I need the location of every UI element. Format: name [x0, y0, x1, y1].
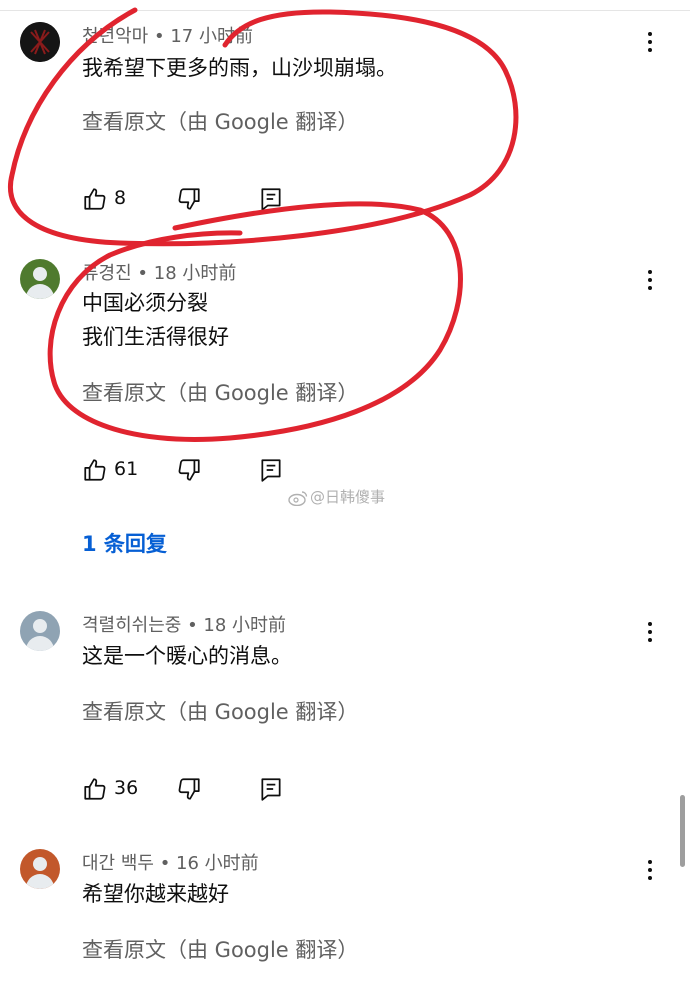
- comment-meta: 대간 백두 • 16 小时前: [82, 849, 259, 875]
- avatar[interactable]: [20, 849, 60, 889]
- avatar[interactable]: [20, 611, 60, 651]
- comment-author[interactable]: 류경진: [82, 263, 132, 284]
- comment-line: 希望你越来越好: [82, 882, 229, 906]
- reply-icon[interactable]: [258, 457, 284, 483]
- comment-text: 希望你越来越好: [82, 877, 229, 911]
- avatar-body: [26, 284, 54, 299]
- comment-meta: 천년악마 • 17 小时前: [82, 22, 253, 48]
- like-count: 8: [114, 187, 127, 209]
- comment-actions: 61: [82, 457, 322, 487]
- more-vert-icon[interactable]: [640, 30, 660, 54]
- like-icon[interactable]: [82, 776, 108, 802]
- comment-author[interactable]: 격렬히쉬는중: [82, 615, 181, 636]
- dislike-icon[interactable]: [176, 186, 202, 212]
- comment-line: 我希望下更多的雨，山沙坝崩塌。: [82, 56, 397, 80]
- comment-line: 我们生活得很好: [82, 325, 229, 349]
- meta-separator: •: [131, 263, 154, 284]
- avatar-body: [26, 636, 54, 651]
- comment-author[interactable]: 대간 백두: [82, 853, 154, 874]
- more-vert-icon[interactable]: [640, 268, 660, 292]
- avatar-head: [33, 267, 47, 281]
- avatar-image: [20, 22, 60, 62]
- dislike-icon[interactable]: [176, 776, 202, 802]
- comment-meta: 격렬히쉬는중 • 18 小时前: [82, 611, 286, 637]
- comment-text: 中国必须分裂 我们生活得很好: [82, 286, 229, 354]
- meta-separator: •: [148, 26, 171, 47]
- comment-time[interactable]: 18 小时前: [203, 615, 286, 636]
- more-vert-icon[interactable]: [640, 858, 660, 882]
- comment-text: 这是一个暖心的消息。: [82, 639, 292, 673]
- comment-time[interactable]: 18 小时前: [154, 263, 237, 284]
- see-original-link[interactable]: 查看原文（由 Google 翻译）: [82, 377, 358, 407]
- comment-line: 中国必须分裂: [82, 291, 208, 315]
- avatar-body: [26, 874, 54, 889]
- avatar[interactable]: [20, 259, 60, 299]
- meta-separator: •: [181, 615, 204, 636]
- see-original-link[interactable]: 查看原文（由 Google 翻译）: [82, 934, 358, 964]
- comment-line: 这是一个暖心的消息。: [82, 644, 292, 668]
- comment-author[interactable]: 천년악마: [82, 26, 148, 47]
- watermark: @日韩傻事: [288, 486, 385, 507]
- avatar-head: [33, 857, 47, 871]
- dislike-icon[interactable]: [176, 457, 202, 483]
- like-icon[interactable]: [82, 186, 108, 212]
- top-divider: [0, 10, 690, 11]
- comment-time[interactable]: 17 小时前: [170, 26, 253, 47]
- comment-meta: 류경진 • 18 小时前: [82, 259, 236, 285]
- view-replies-button[interactable]: 1 条回复: [82, 528, 167, 558]
- meta-separator: •: [153, 853, 177, 874]
- see-original-link[interactable]: 查看原文（由 Google 翻译）: [82, 696, 358, 726]
- comment-time[interactable]: 16 小时前: [176, 853, 259, 874]
- like-count: 61: [114, 458, 139, 480]
- avatar-head: [33, 619, 47, 633]
- comment-text: 我希望下更多的雨，山沙坝崩塌。: [82, 51, 397, 85]
- comment-actions: 8: [82, 186, 322, 216]
- like-count: 36: [114, 777, 139, 799]
- see-original-link[interactable]: 查看原文（由 Google 翻译）: [82, 106, 358, 136]
- comment-actions: 36: [82, 776, 322, 806]
- like-icon[interactable]: [82, 457, 108, 483]
- reply-icon[interactable]: [258, 776, 284, 802]
- reply-icon[interactable]: [258, 186, 284, 212]
- weibo-icon: [288, 490, 308, 506]
- avatar[interactable]: [20, 22, 60, 62]
- more-vert-icon[interactable]: [640, 620, 660, 644]
- scrollbar[interactable]: [680, 795, 685, 867]
- watermark-text: @日韩傻事: [310, 488, 386, 506]
